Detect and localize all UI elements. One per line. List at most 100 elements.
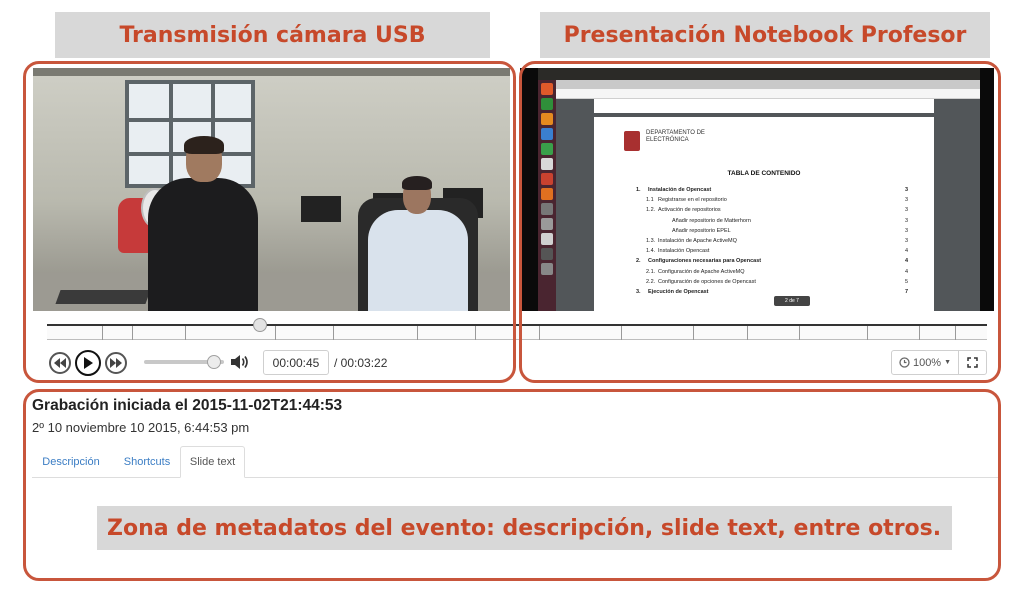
- toc-row: 1.1 Registrarse en el repositorio 3: [636, 197, 908, 207]
- timeline-segment: [333, 326, 334, 340]
- timeline-segment: [102, 326, 103, 340]
- timeline-progress: [47, 324, 261, 326]
- metadata-highlight-frame: [23, 389, 1001, 581]
- timeline-segment: [475, 326, 476, 340]
- toc-page: 3: [904, 187, 908, 193]
- toc-page: 4: [904, 258, 908, 265]
- toc-number: 2.: [636, 258, 641, 265]
- toc-page: 4: [904, 248, 908, 255]
- play-button[interactable]: [75, 350, 101, 376]
- toc-text: Activación de repositorios: [658, 207, 721, 214]
- fullscreen-button[interactable]: [958, 350, 987, 375]
- toc-number: 1.1: [646, 197, 654, 204]
- toc-text: Instalación de Apache ActiveMQ: [658, 237, 737, 244]
- zoom-dropdown[interactable]: 100% ▼: [891, 350, 959, 375]
- camera-video[interactable]: [33, 68, 510, 311]
- timeline-segment: [621, 326, 622, 340]
- toc-list: 1. Instalación de Opencast 3 1.1 Registrarse…: [636, 187, 908, 299]
- clock-icon: [899, 357, 910, 368]
- camera-annotation-label: Transmisión cámara USB: [55, 12, 490, 58]
- toc-page: 3: [904, 237, 908, 244]
- toc-page: 3: [904, 217, 908, 224]
- toc-row: 2.2. Configuración de opciones de Opencas…: [636, 279, 908, 289]
- toc-page: 3: [904, 197, 908, 204]
- opencast-player-page: Transmisión cámara USB Presentación Note…: [0, 0, 1018, 591]
- play-icon: [84, 357, 93, 369]
- toc-page: 3: [904, 207, 908, 214]
- timeline-segment: [539, 326, 540, 340]
- toc-row: 2.1. Configuración de Apache ActiveMQ 4: [636, 269, 908, 279]
- rewind-button[interactable]: [49, 352, 71, 374]
- timeline-segment: [417, 326, 418, 340]
- metadata-tabs: Descripción Shortcuts Slide text: [32, 446, 998, 478]
- toc-text: Añadir repositorio de Matterhorn: [672, 217, 751, 224]
- toc-text: Instalación Opencast: [658, 248, 710, 255]
- toc-text: Configuraciones necesarias para Opencast: [648, 258, 762, 265]
- speaker-icon[interactable]: [230, 353, 250, 371]
- toc-row: 2. Configuraciones necesarias para Openca…: [636, 258, 908, 268]
- rewind-icon: [54, 358, 66, 368]
- timeline-segment: [799, 326, 800, 340]
- toc-row: 1.2. Activación de repositorios 3: [636, 207, 908, 217]
- toc-row: 1.4. Instalación Opencast 4: [636, 248, 908, 258]
- pdf-page: DEPARTAMENTO DE ELECTRÓNICA TABLA DE CON…: [594, 117, 934, 311]
- toc-number: 1.4.: [646, 248, 656, 255]
- tab-descripcion[interactable]: Descripción: [32, 446, 110, 478]
- timeline-segment: [955, 326, 956, 340]
- timeline-segment: [919, 326, 920, 340]
- current-time-input[interactable]: 00:00:45: [263, 350, 329, 375]
- toc-row: 3. Ejecución de Opencast 7: [636, 289, 908, 299]
- university-logo: [624, 131, 640, 151]
- presentation-annotation-label: Presentación Notebook Profesor: [540, 12, 990, 58]
- timeline-segment: [747, 326, 748, 340]
- toc-number: 1.3.: [646, 237, 656, 244]
- timeline-segment: [275, 326, 276, 340]
- toc-text: Configuración de Apache ActiveMQ: [658, 268, 745, 275]
- professor-person: [368, 176, 478, 311]
- pdf-browser-window: DEPARTAMENTO DE ELECTRÓNICA TABLA DE CON…: [556, 80, 980, 311]
- metadata-annotation-label: Zona de metadatos del evento: descripció…: [97, 506, 952, 550]
- toc-text: Registrarse en el repositorio: [658, 197, 727, 204]
- tab-shortcuts[interactable]: Shortcuts: [114, 446, 180, 478]
- timeline-segment: [867, 326, 868, 340]
- total-duration: / 00:03:22: [334, 356, 388, 370]
- toc-number: 1.2.: [646, 207, 656, 214]
- volume-handle[interactable]: [206, 355, 221, 369]
- toc-text: Añadir repositorio EPEL: [672, 227, 731, 234]
- toc-page: 5: [904, 278, 908, 285]
- toc-text: Ejecución de Opencast: [648, 288, 709, 295]
- department-heading: DEPARTAMENTO DE ELECTRÓNICA: [646, 130, 705, 143]
- toc-text: Instalación de Opencast: [648, 187, 712, 193]
- fast-forward-button[interactable]: [105, 352, 127, 374]
- zoom-value: 100%: [912, 356, 942, 369]
- toc-page: 7: [904, 288, 908, 295]
- recording-date: 2º 10 noviembre 10 2015, 6:44:53 pm: [32, 420, 250, 435]
- pdf-viewer: DEPARTAMENTO DE ELECTRÓNICA TABLA DE CON…: [556, 99, 980, 311]
- presentation-video[interactable]: DEPARTAMENTO DE ELECTRÓNICA TABLA DE CON…: [520, 68, 994, 311]
- toc-row: 1.3. Instalación de Apache ActiveMQ 3: [636, 238, 908, 248]
- keyboard: [55, 290, 151, 304]
- toc-page: 4: [904, 268, 908, 275]
- chevron-down-icon: ▼: [944, 359, 952, 366]
- timeline-scrubber[interactable]: [47, 324, 987, 340]
- ceiling: [33, 68, 510, 76]
- toc-row: Añadir repositorio EPEL 3: [636, 228, 908, 238]
- recording-title: Grabación iniciada el 2015-11-02T21:44:5…: [32, 397, 343, 414]
- toc-title: TABLA DE CONTENIDO: [727, 170, 801, 177]
- page-indicator: 2 de 7: [774, 296, 810, 306]
- toc-number: 1.: [636, 187, 641, 193]
- toc-page: 3: [904, 227, 908, 234]
- tab-slide-text[interactable]: Slide text: [180, 446, 245, 478]
- expand-icon: [967, 357, 978, 368]
- monitor: [301, 196, 341, 222]
- toc-row: Añadir repositorio de Matterhorn 3: [636, 218, 908, 228]
- notebook-desktop: DEPARTAMENTO DE ELECTRÓNICA TABLA DE CON…: [538, 68, 980, 311]
- desktop-topbar: [538, 68, 980, 80]
- toc-text: Configuración de opciones de Opencast: [658, 278, 756, 285]
- desktop-launcher: [538, 80, 556, 311]
- timeline-segment: [132, 326, 133, 340]
- student-person: [148, 136, 258, 311]
- toc-number: 2.1.: [646, 268, 656, 275]
- toc-number: 2.2.: [646, 278, 656, 285]
- timeline-segment: [693, 326, 694, 340]
